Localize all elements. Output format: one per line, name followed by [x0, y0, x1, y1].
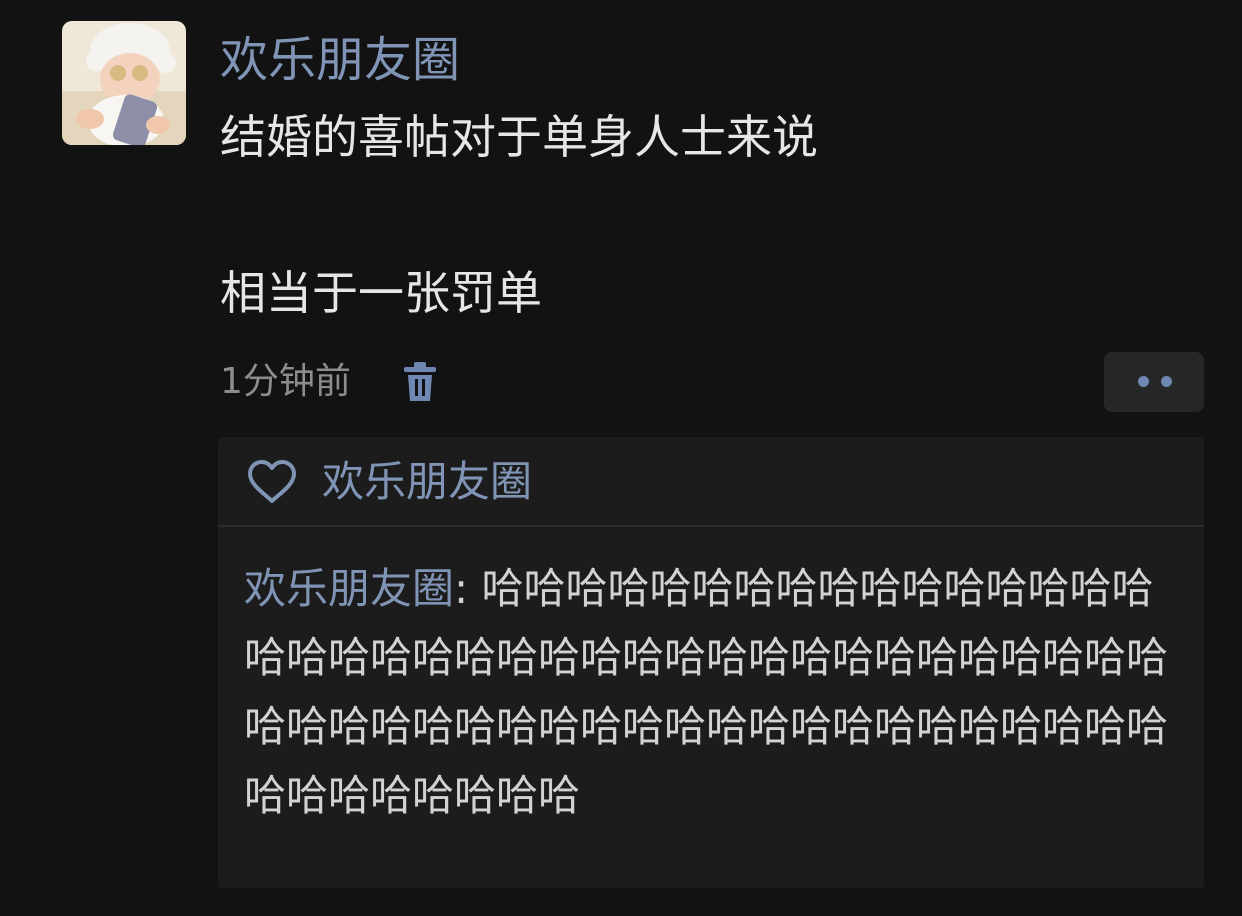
- post-text-line-2: 相当于一张罚单: [220, 266, 542, 320]
- post-timestamp: 1分钟前: [220, 361, 351, 402]
- post-text-line-1: 结婚的喜帖对于单身人士来说: [220, 110, 818, 164]
- comment-item[interactable]: 欢乐朋友圈: 哈哈哈哈哈哈哈哈哈哈哈哈哈哈哈哈哈哈哈哈哈哈哈哈哈哈哈哈哈哈哈哈哈…: [244, 554, 1174, 830]
- comment-separator: :: [454, 564, 482, 613]
- trash-icon[interactable]: [400, 361, 440, 403]
- more-dots-icon: [1161, 376, 1172, 387]
- more-options-button[interactable]: [1104, 352, 1204, 412]
- more-dots-icon: [1138, 376, 1149, 387]
- avatar[interactable]: [62, 21, 186, 145]
- likes-row: 欢乐朋友圈: [218, 437, 1204, 525]
- avatar-photo: [62, 21, 186, 145]
- panel-divider: [218, 525, 1204, 527]
- liker-name[interactable]: 欢乐朋友圈: [322, 455, 532, 509]
- post-author-name[interactable]: 欢乐朋友圈: [220, 30, 460, 90]
- interaction-panel: 欢乐朋友圈 欢乐朋友圈: 哈哈哈哈哈哈哈哈哈哈哈哈哈哈哈哈哈哈哈哈哈哈哈哈哈哈哈…: [218, 437, 1204, 888]
- comment-author[interactable]: 欢乐朋友圈: [244, 564, 454, 613]
- heart-icon: [246, 459, 298, 505]
